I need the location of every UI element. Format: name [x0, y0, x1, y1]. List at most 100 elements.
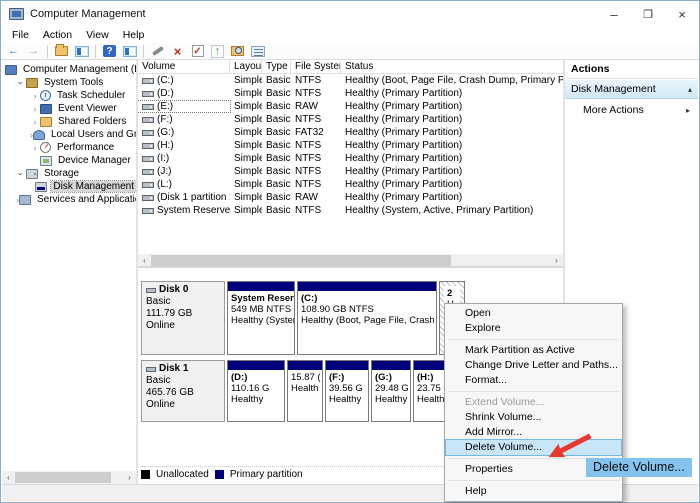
partition-size: 23.75 G [417, 383, 447, 394]
column-header-type[interactable]: Type [262, 60, 291, 73]
tree-item-label: Device Manager [56, 155, 133, 166]
fs-cell: NTFS [291, 140, 341, 151]
menu-action[interactable]: Action [36, 28, 79, 42]
scroll-right-icon[interactable]: › [550, 254, 563, 267]
partition-d[interactable]: (D:) 110.16 G Healthy [227, 360, 285, 422]
partition-g[interactable]: (G:) 29.48 G Healthy [371, 360, 411, 422]
console-tree-toggle-icon[interactable] [73, 44, 90, 59]
menu-item-shrink-volume[interactable]: Shrink Volume... [446, 410, 621, 425]
partition-f[interactable]: (F:) 39.56 G Healthy [325, 360, 369, 422]
menu-item-explore[interactable]: Explore [446, 321, 621, 336]
partition-size: 108.90 GB NTFS [301, 304, 433, 315]
partition-color-bar [298, 282, 436, 291]
tree-item-task-scheduler[interactable]: › Task Scheduler [2, 89, 136, 102]
layout-cell: Simple [230, 192, 262, 203]
partition-color-bar [228, 361, 284, 370]
tree-item-local-users-groups[interactable]: › Local Users and Groups [2, 128, 136, 141]
tree-item-computer-management[interactable]: Computer Management (Local [2, 63, 136, 76]
chevron-right-icon[interactable]: › [30, 117, 40, 127]
tree-item-event-viewer[interactable]: › Event Viewer [2, 102, 136, 115]
menu-file[interactable]: File [5, 28, 36, 42]
delete-icon[interactable]: × [169, 44, 186, 59]
layout-cell: Simple [230, 179, 262, 190]
toolbar-separator [47, 45, 48, 58]
partition-system-reserved[interactable]: System Reserve 549 MB NTFS Healthy (Syst… [227, 281, 295, 355]
forward-icon[interactable]: → [25, 44, 42, 59]
volume-row[interactable]: (Disk 1 partition 2) Simple Basic RAW He… [138, 191, 563, 204]
submenu-right-icon[interactable]: ▸ [686, 106, 690, 115]
search-folder-icon[interactable] [229, 44, 246, 59]
actions-group-disk-management[interactable]: Disk Management ▴ [565, 79, 698, 99]
column-header-volume[interactable]: Volume [138, 60, 230, 73]
menu-item-add-mirror[interactable]: Add Mirror... [446, 425, 621, 440]
menu-item-open[interactable]: Open [446, 306, 621, 321]
tree-item-storage[interactable]: › Storage [2, 167, 136, 180]
chevron-down-icon[interactable]: › [16, 78, 26, 88]
menu-help[interactable]: Help [116, 28, 152, 42]
menu-item-delete-volume[interactable]: Delete Volume... [446, 440, 621, 455]
volume-row[interactable]: (D:) Simple Basic NTFS Healthy (Primary … [138, 87, 563, 100]
tree-item-system-tools[interactable]: › System Tools [2, 76, 136, 89]
menu-item-mark-partition-active[interactable]: Mark Partition as Active [446, 343, 621, 358]
column-header-file-system[interactable]: File System [291, 60, 341, 73]
tree-item-shared-folders[interactable]: › Shared Folders [2, 115, 136, 128]
menu-item-change-drive-letter[interactable]: Change Drive Letter and Paths... [446, 358, 621, 373]
volume-row[interactable]: System Reserved (K:) Simple Basic NTFS H… [138, 204, 563, 217]
volume-row[interactable]: (J:) Simple Basic NTFS Healthy (Primary … [138, 165, 563, 178]
toolbar-separator [95, 45, 96, 58]
chevron-right-icon[interactable]: › [30, 91, 40, 101]
tree-item-services-applications[interactable]: › Services and Applications [2, 193, 136, 206]
maximize-button[interactable]: ❐ [631, 1, 665, 27]
volume-list-scrollbar[interactable]: ‹ › [138, 254, 563, 268]
layout-cell: Simple [230, 166, 262, 177]
properties-icon[interactable] [249, 44, 266, 59]
chevron-right-icon[interactable]: › [30, 143, 40, 153]
more-actions-item[interactable]: More Actions ▸ [565, 99, 698, 116]
scrollbar-thumb[interactable] [15, 472, 111, 483]
menu-view[interactable]: View [79, 28, 116, 42]
chevron-right-icon[interactable]: › [30, 104, 40, 114]
partition-unnamed[interactable]: 15.87 ( Health [287, 360, 323, 422]
wrench-icon[interactable] [149, 44, 166, 59]
column-header-status[interactable]: Status [341, 60, 563, 73]
scroll-right-icon[interactable]: › [123, 471, 136, 484]
menu-item-format[interactable]: Format... [446, 373, 621, 388]
partition-color-bar [326, 361, 368, 370]
tree-horizontal-scrollbar[interactable]: ‹ › [2, 471, 136, 484]
volume-row[interactable]: (H:) Simple Basic NTFS Healthy (Primary … [138, 139, 563, 152]
tree-item-disk-management[interactable]: Disk Management [2, 180, 136, 193]
volume-row[interactable]: (E:) Simple Basic RAW Healthy (Primary P… [138, 100, 563, 113]
disk-1-label[interactable]: Disk 1 Basic 465.76 GB Online [141, 360, 225, 422]
chevron-down-icon[interactable]: › [16, 169, 26, 179]
volume-icon [142, 143, 154, 149]
type-cell: Basic [262, 166, 291, 177]
up-arrow-icon[interactable]: ↑ [209, 44, 226, 59]
type-cell: Basic [262, 127, 291, 138]
tree-item-label: Event Viewer [56, 103, 119, 114]
scroll-left-icon[interactable]: ‹ [2, 471, 15, 484]
action-pane-toggle-icon[interactable] [121, 44, 138, 59]
volume-row[interactable]: (F:) Simple Basic NTFS Healthy (Primary … [138, 113, 563, 126]
volume-row[interactable]: (L:) Simple Basic NTFS Healthy (Primary … [138, 178, 563, 191]
disk-0-label[interactable]: Disk 0 Basic 111.79 GB Online [141, 281, 225, 355]
partition-c[interactable]: (C:) 108.90 GB NTFS Healthy (Boot, Page … [297, 281, 437, 355]
close-button[interactable]: × [665, 1, 699, 27]
menu-item-help[interactable]: Help [446, 484, 621, 499]
tree-item-performance[interactable]: › Performance [2, 141, 136, 154]
volume-row[interactable]: (G:) Simple Basic FAT32 Healthy (Primary… [138, 126, 563, 139]
disk-size: 465.76 GB [146, 387, 220, 399]
scrollbar-thumb[interactable] [151, 255, 451, 266]
volume-row[interactable]: (I:) Simple Basic NTFS Healthy (Primary … [138, 152, 563, 165]
help-icon[interactable]: ? [101, 44, 118, 59]
minimize-button[interactable]: – [597, 1, 631, 27]
export-folder-icon[interactable] [53, 44, 70, 59]
collapse-up-icon[interactable]: ▴ [688, 85, 692, 94]
more-actions-label: More Actions [583, 104, 644, 116]
volume-row[interactable]: (C:) Simple Basic NTFS Healthy (Boot, Pa… [138, 74, 563, 87]
checklist-icon[interactable]: ✓ [189, 44, 206, 59]
scroll-left-icon[interactable]: ‹ [138, 254, 151, 267]
tree-item-device-manager[interactable]: Device Manager [2, 154, 136, 167]
back-icon[interactable]: ← [5, 44, 22, 59]
column-header-layout[interactable]: Layout [230, 60, 262, 73]
unallocated-swatch [141, 470, 150, 479]
